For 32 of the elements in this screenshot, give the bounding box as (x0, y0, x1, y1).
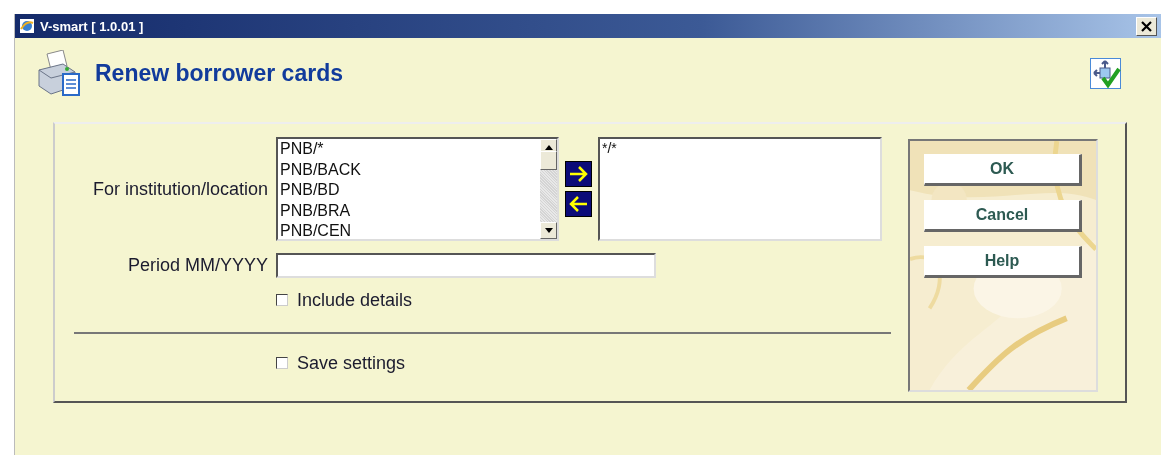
checkbox[interactable] (276, 357, 288, 369)
add-button[interactable] (565, 161, 592, 187)
down-arrow-icon[interactable] (544, 228, 553, 233)
move-check-icon[interactable] (1090, 57, 1121, 89)
globe-icon (19, 18, 35, 34)
close-icon (1141, 20, 1152, 32)
close-button[interactable] (1136, 16, 1157, 36)
list-item[interactable]: PNB/BD (280, 180, 538, 201)
list-item[interactable]: PNB/BRA (280, 200, 538, 221)
checkbox-label: Save settings (297, 352, 406, 374)
chosen-list[interactable]: */* (598, 137, 882, 241)
list-item[interactable]: PNB/* (280, 139, 538, 160)
remove-button[interactable] (565, 191, 592, 217)
checkbox-label: Include details (297, 289, 413, 311)
dialog-button[interactable]: Cancel (924, 200, 1082, 232)
scroll-bar[interactable] (540, 139, 557, 239)
field-label: For institution/location (91, 178, 268, 200)
dialog-button[interactable]: OK (924, 154, 1082, 186)
available-list[interactable]: PNB/* PNB/BACK PNB/BD PNB/BRA PNB/CEN (276, 137, 559, 241)
list-item[interactable]: */* (602, 139, 878, 157)
up-arrow-icon[interactable] (544, 145, 553, 150)
page-title: Renew borrower cards (95, 59, 344, 87)
left-arrow-icon (569, 196, 588, 212)
period-field[interactable] (276, 253, 656, 278)
list-item[interactable]: PNB/CEN (280, 221, 538, 239)
printer-icon (37, 50, 81, 96)
field-label: Period MM/YYYY (126, 255, 268, 276)
list-item[interactable]: PNB/BACK (280, 159, 538, 180)
dialog-button[interactable]: Help (924, 246, 1082, 278)
right-arrow-icon (569, 166, 588, 182)
window-title: V-smart [ 1.0.01 ] (40, 18, 145, 34)
checkbox[interactable] (276, 294, 288, 306)
